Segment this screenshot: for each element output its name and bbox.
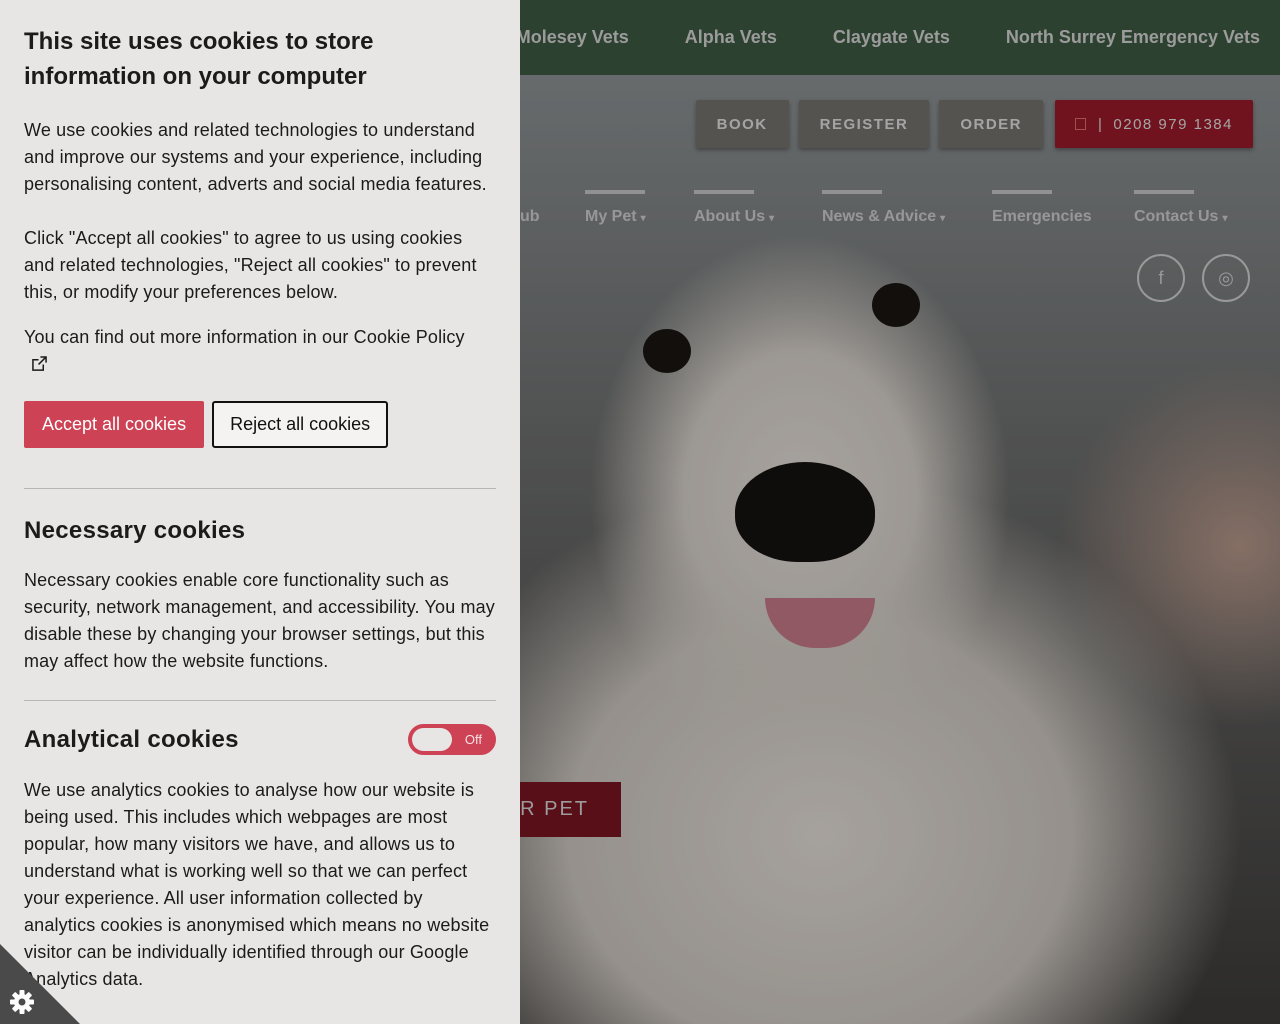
analytical-cookies-toggle[interactable]: Off xyxy=(408,724,496,755)
analytical-cookies-title: Analytical cookies xyxy=(24,725,239,753)
section-divider xyxy=(24,488,496,489)
dog-nose xyxy=(735,462,875,562)
necessary-cookies-title: Necessary cookies xyxy=(24,517,246,544)
dog-eye-right xyxy=(872,283,920,327)
cog-icon xyxy=(0,944,80,1024)
dog-eye-left xyxy=(643,329,691,373)
cookie-consent-panel: This site uses cookies to store informat… xyxy=(0,0,520,1024)
chevron-down-icon: ▾ xyxy=(940,213,946,224)
analytical-cookies-header: Analytical cookies Off xyxy=(24,724,496,755)
nav-indicator xyxy=(822,190,882,194)
section-divider xyxy=(24,700,496,701)
nav-item-news-advice[interactable]: News & Advice ▾ xyxy=(822,190,945,226)
book-button[interactable]: BOOK xyxy=(695,100,789,148)
order-button[interactable]: ORDER xyxy=(939,100,1043,148)
nav-news-label: News & Advice xyxy=(822,208,937,225)
nav-indicator xyxy=(585,190,645,194)
register-button[interactable]: REGISTER xyxy=(798,100,930,148)
phone-separator: | xyxy=(1097,115,1104,133)
cookie-instructions-text: Click "Accept all cookies" to agree to u… xyxy=(24,228,477,302)
nav-item-partial[interactable]: ub xyxy=(520,190,580,226)
reject-all-cookies-button[interactable]: Reject all cookies xyxy=(212,401,389,448)
cookie-intro-text: We use cookies and related technologies … xyxy=(24,120,487,194)
chevron-down-icon: ▾ xyxy=(1222,213,1228,224)
external-link-icon xyxy=(32,356,47,371)
phone-number: 0208 979 1384 xyxy=(1113,115,1233,133)
cookie-policy-paragraph: You can find out more information in our… xyxy=(24,324,496,379)
topbar-link-north-surrey[interactable]: North Surrey Emergency Vets xyxy=(1006,27,1260,48)
facebook-icon[interactable]: f xyxy=(1137,254,1185,302)
nav-about-us-label: About Us xyxy=(694,208,766,225)
cookie-policy-link[interactable]: You can find out more information in our… xyxy=(24,327,465,375)
cookie-panel-title: This site uses cookies to store informat… xyxy=(24,28,374,90)
chevron-down-icon: ▾ xyxy=(640,213,646,224)
analytical-cookies-description: We use analytics cookies to analyse how … xyxy=(24,780,490,989)
nav-contact-label: Contact Us xyxy=(1134,208,1219,225)
nav-item-emergencies[interactable]: Emergencies xyxy=(992,190,1092,226)
nav-my-pet-label: My Pet xyxy=(585,208,637,225)
necessary-cookies-description: Necessary cookies enable core functional… xyxy=(24,570,495,671)
accept-all-cookies-button[interactable]: Accept all cookies xyxy=(24,401,205,448)
cookie-settings-corner[interactable] xyxy=(0,944,80,1024)
toggle-state-label: Off xyxy=(464,732,482,747)
header-actions: BOOK REGISTER ORDER | 0208 979 1384 xyxy=(695,100,1253,148)
consent-buttons: Accept all cookies Reject all cookies xyxy=(24,401,496,448)
topbar-link-alpha[interactable]: Alpha Vets xyxy=(685,27,777,48)
nav-partial-label: ub xyxy=(520,208,540,225)
nav-emergencies-label: Emergencies xyxy=(992,208,1092,225)
toggle-knob xyxy=(412,728,452,751)
cookie-policy-text: You can find out more information in our… xyxy=(24,327,465,347)
phone-icon xyxy=(1074,118,1086,130)
instagram-icon[interactable]: ◎ xyxy=(1202,254,1250,302)
phone-button[interactable]: | 0208 979 1384 xyxy=(1054,100,1253,148)
nav-item-contact-us[interactable]: Contact Us ▾ xyxy=(1134,190,1227,226)
nav-indicator xyxy=(694,190,754,194)
nav-item-my-pet[interactable]: My Pet ▾ xyxy=(585,190,646,226)
nav-item-about-us[interactable]: About Us ▾ xyxy=(694,190,774,226)
nav-indicator xyxy=(1134,190,1194,194)
topbar-link-molesey[interactable]: Molesey Vets xyxy=(516,27,629,48)
chevron-down-icon: ▾ xyxy=(769,213,775,224)
nav-indicator xyxy=(992,190,1052,194)
topbar-link-claygate[interactable]: Claygate Vets xyxy=(833,27,950,48)
